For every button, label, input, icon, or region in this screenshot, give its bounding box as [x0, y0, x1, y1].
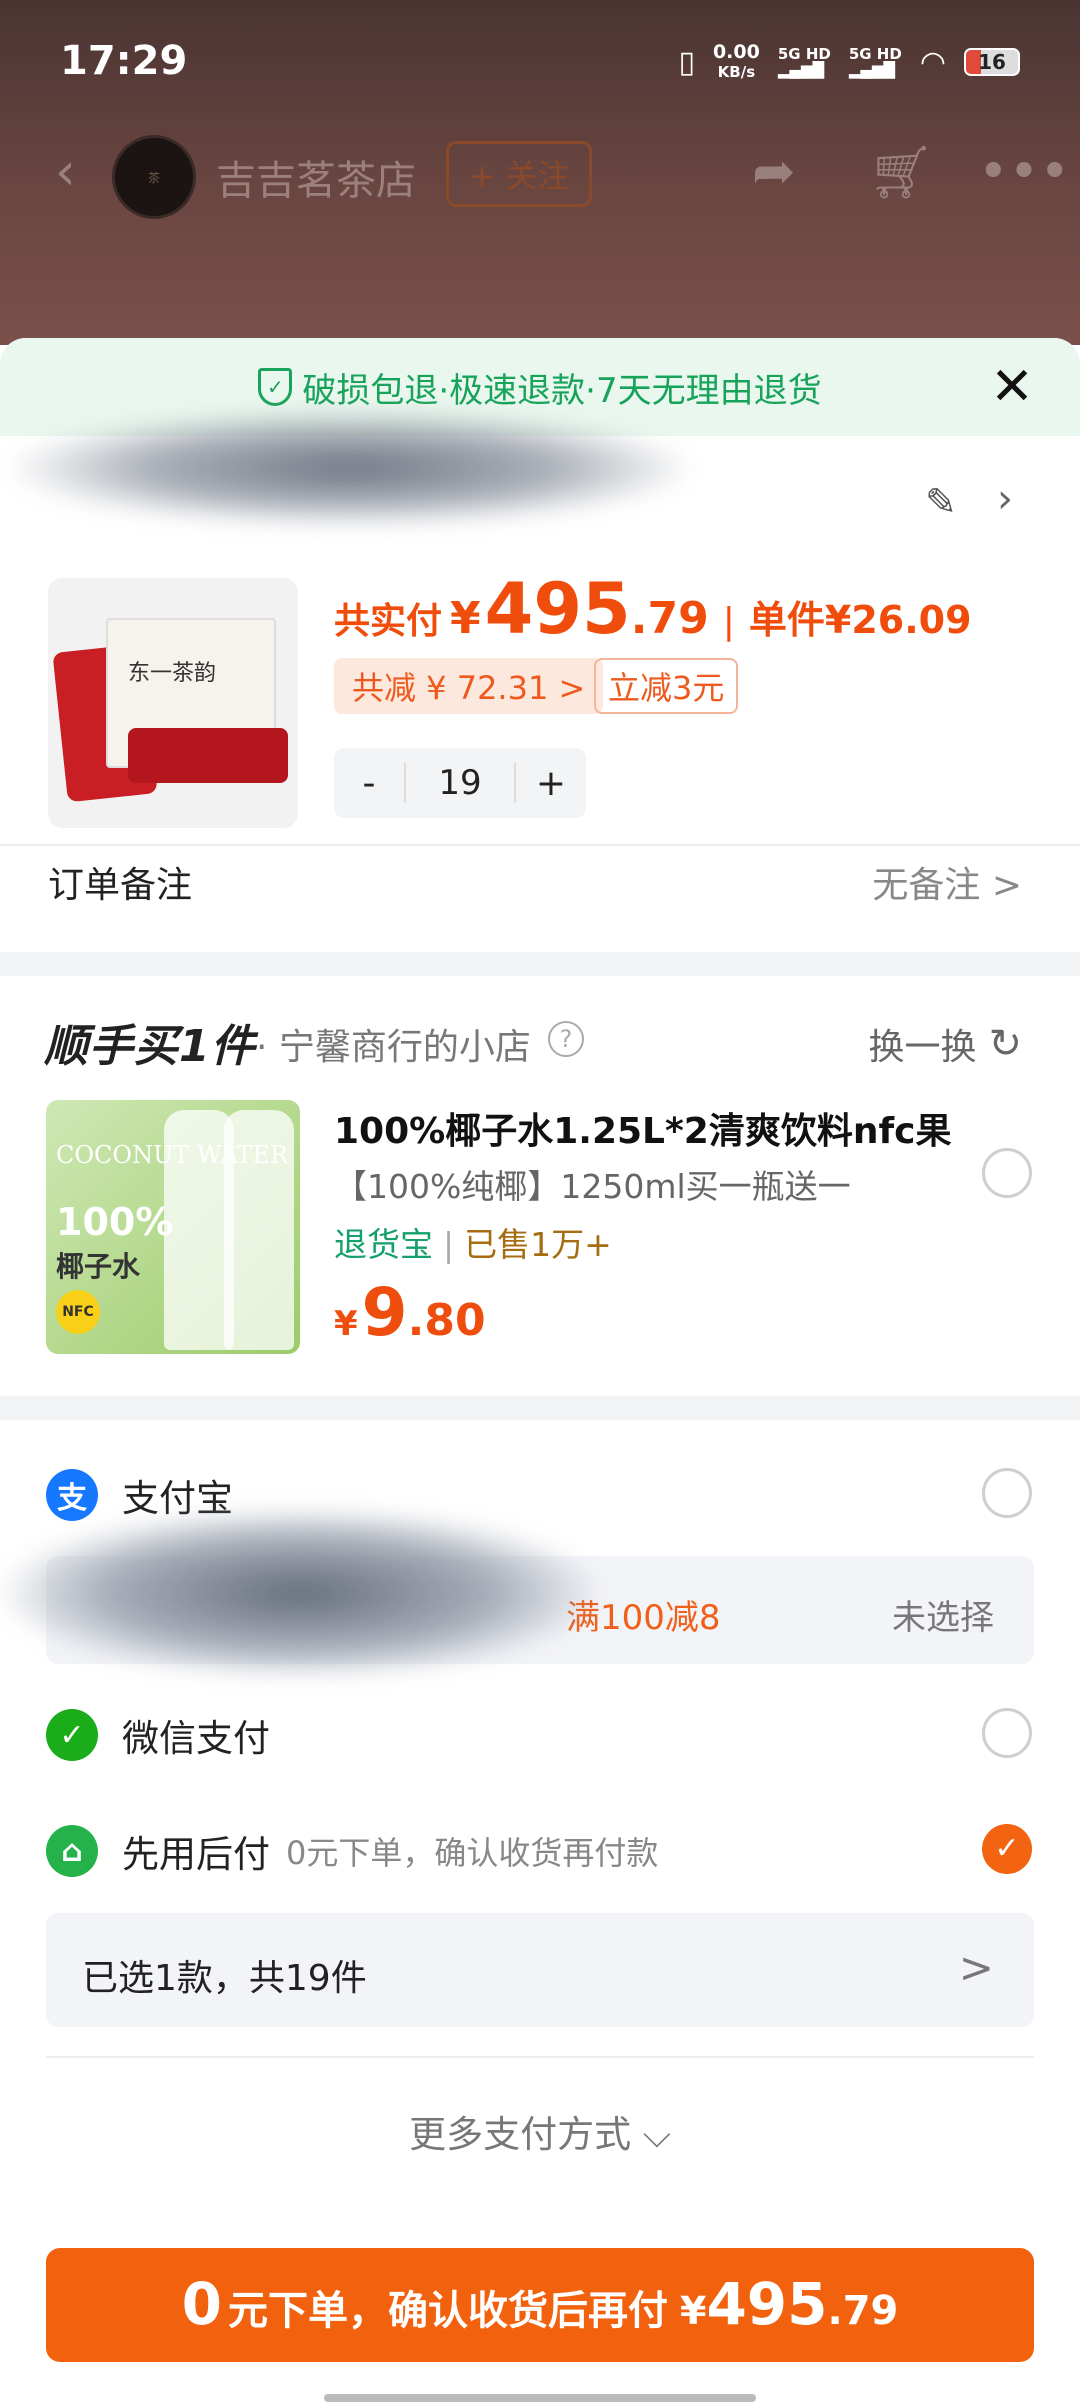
order-note-value[interactable]: 无备注 >	[872, 856, 1022, 908]
pay-option-later[interactable]: ⌂ 先用后付 0元下单，确认收货再付款	[46, 1824, 658, 1878]
addon-product-subtitle: 【100%纯椰】1250ml买一瓶送一	[334, 1167, 851, 1206]
checkout-sheet: ✓ 破损包退·极速退款·7天无理由退货 ✕ ✎ › 东一茶韵 共实付 ¥ 495…	[0, 338, 1080, 2408]
selected-summary[interactable]: 已选1款，共19件 >	[46, 1913, 1034, 2027]
share-icon[interactable]: ➦	[752, 142, 796, 202]
qty-value[interactable]: 19	[404, 763, 516, 803]
pay-option-wechat[interactable]: ✓ 微信支付	[46, 1708, 270, 1762]
qty-minus-button[interactable]: -	[334, 763, 404, 804]
status-icons: ▯ 0.00 KB/s 5G HD ▂▄▆█ 5G HD ▂▄▆█ ◠ 16	[678, 42, 1020, 82]
status-bar: 17:29 ▯ 0.00 KB/s 5G HD ▂▄▆█ 5G HD ▂▄▆█ ◠ …	[0, 0, 1080, 125]
section-gap	[0, 952, 1080, 976]
vibrate-icon: ▯	[678, 44, 695, 80]
addon-shop[interactable]: · 宁馨商行的小店	[256, 1018, 531, 1070]
chevron-right-icon: >	[958, 1943, 994, 1992]
close-button[interactable]: ✕	[986, 361, 1038, 414]
discount-tag[interactable]: 共减 ¥ 72.31 >	[334, 658, 604, 714]
addon-product-tags: 退货宝 | 已售1万+	[334, 1225, 612, 1264]
battery-icon: 16	[964, 48, 1020, 76]
wifi-icon: ◠	[919, 44, 946, 80]
banner-text: 破损包退·极速退款·7天无理由退货	[302, 370, 822, 411]
cart-icon[interactable]: 🛒︎	[868, 142, 934, 203]
place-order-button[interactable]: 0 元下单，确认收货后再付 ¥ 495 .79	[46, 2248, 1034, 2362]
help-icon[interactable]: ?	[548, 1021, 584, 1057]
chevron-left-icon[interactable]: ‹	[55, 142, 76, 202]
qty-plus-button[interactable]: +	[516, 763, 586, 804]
redaction-scribble	[0, 408, 700, 528]
order-note-label: 订单备注	[48, 865, 193, 906]
pay-later-radio-checked[interactable]: ✓	[982, 1824, 1032, 1874]
more-payment-methods[interactable]: 更多支付方式 ⌵	[0, 2104, 1080, 2158]
total-price: 共实付 ¥ 495 .79 | 单件 ¥26.09	[334, 568, 972, 650]
signal-icon: 5G HD ▂▄▆█	[777, 45, 831, 79]
refresh-icon: ↻	[988, 1021, 1022, 1067]
shield-icon: ✓	[258, 368, 293, 406]
home-indicator[interactable]	[324, 2394, 756, 2402]
shop-name[interactable]: 吉吉茗茶店	[216, 148, 416, 206]
section-gap	[0, 1396, 1080, 1420]
product-image[interactable]: 东一茶韵	[48, 578, 298, 828]
more-icon[interactable]: •••	[978, 142, 1070, 202]
divider	[46, 2056, 1034, 2058]
wechat-radio[interactable]	[982, 1708, 1032, 1758]
redaction-scribble	[0, 1508, 600, 1678]
alipay-radio[interactable]	[982, 1468, 1032, 1518]
shop-avatar[interactable]: 茶	[112, 135, 196, 219]
wechat-pay-icon: ✓	[46, 1709, 98, 1761]
chevron-right-icon[interactable]: ›	[997, 476, 1013, 522]
signal-icon-2: 5G HD ▂▄▆█	[848, 45, 902, 79]
instant-cut-tag: 立减3元	[594, 658, 739, 714]
addon-title: 顺手买1件	[44, 1021, 256, 1072]
addon-price: ¥9.80	[334, 1274, 486, 1351]
swap-button[interactable]: 换一换 ↻	[868, 1018, 1022, 1070]
follow-button[interactable]: + 关注	[446, 141, 592, 207]
coconut-product-image[interactable]: COCONUT WATER 100% 椰子水 NFC	[46, 1100, 300, 1354]
divider	[0, 844, 1080, 846]
addon-product-title[interactable]: 100%椰子水1.25L*2清爽饮料nfc果	[334, 1102, 952, 1154]
net-speed: 0.00 KB/s	[712, 41, 760, 81]
alipay-icon: 支	[46, 1469, 98, 1521]
pay-later-icon: ⌂	[46, 1825, 98, 1877]
status-time: 17:29	[60, 38, 188, 84]
quantity-stepper: - 19 +	[334, 748, 586, 818]
edit-icon[interactable]: ✎	[925, 480, 957, 524]
addon-select-radio[interactable]	[982, 1148, 1032, 1198]
